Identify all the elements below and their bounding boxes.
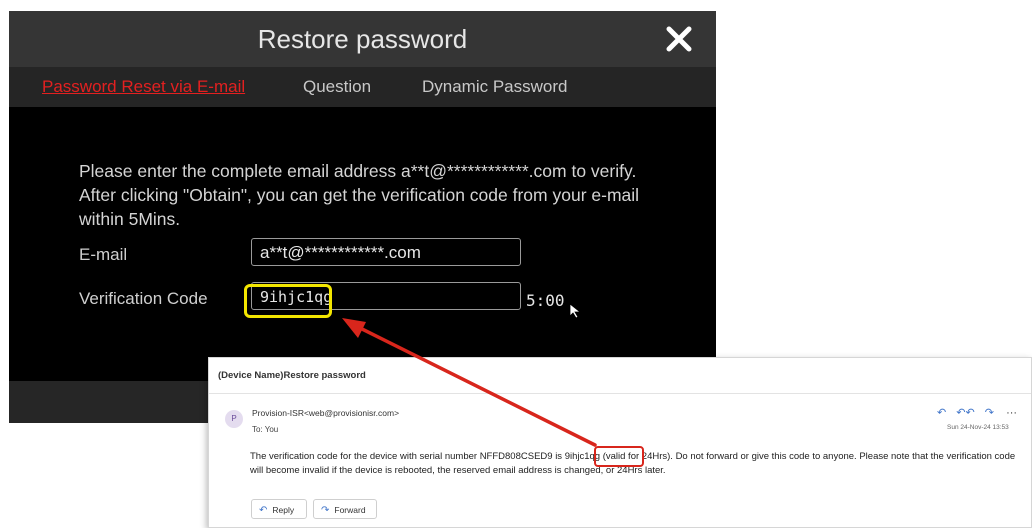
email-message: (Device Name)Restore password P Provisio… [208,357,1032,528]
tab-dynamic-password[interactable]: Dynamic Password [422,67,568,107]
email-date: Sun 24-Nov-24 13:53 [947,424,1009,431]
mouse-pointer-icon [569,303,583,324]
more-options-icon[interactable]: ··· [1006,407,1017,419]
email-label: E-mail [79,245,128,264]
reply-arrow-icon[interactable]: ↶ [937,406,946,419]
close-icon[interactable] [664,24,694,54]
dialog-title: Restore password [9,11,716,67]
email-code-highlight-box [594,446,644,467]
tab-password-reset-via-email[interactable]: Password Reset via E-mail [42,67,245,107]
reply-icon: ↶ [259,505,268,516]
countdown-timer: 5:00 [526,291,565,310]
email-actions: ↶ ↶↶ ↷ ··· [937,406,1024,419]
tab-question[interactable]: Question [303,67,371,107]
instructions-text: Please enter the complete email address … [79,161,640,229]
reply-button-label: Reply [272,505,295,515]
forward-button-label: Forward [334,505,366,515]
forward-icon: ↷ [321,505,330,516]
reply-button[interactable]: ↶ Reply [251,499,307,519]
forward-arrow-icon[interactable]: ↷ [985,406,994,419]
code-highlight-box [244,284,332,318]
email-field[interactable]: a**t@************.com [251,238,521,266]
tab-bar: Password Reset via E-mail Question Dynam… [9,67,716,107]
sender-address[interactable]: Provision-ISR<web@provisionisr.com> [252,408,399,418]
forward-button[interactable]: ↷ Forward [313,499,377,519]
recipient-line: To: You [252,425,279,434]
sender-avatar: P [225,410,243,428]
body-text-before: The verification code for the device wit… [250,451,565,462]
reply-all-icon[interactable]: ↶↶ [956,406,974,419]
email-subject: (Device Name)Restore password [209,358,1031,394]
verification-code-label: Verification Code [79,289,208,308]
